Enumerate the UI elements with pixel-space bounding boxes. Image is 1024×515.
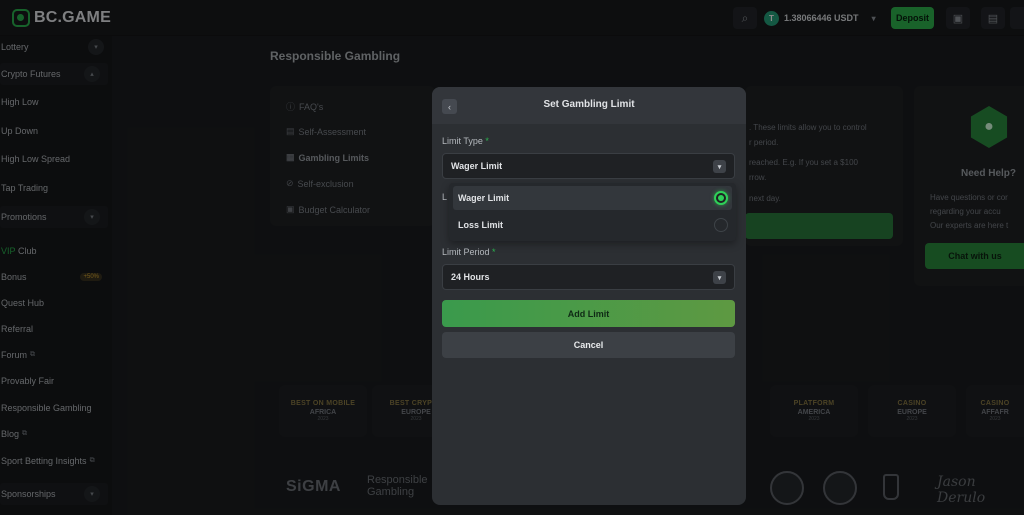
radio-unselected-icon[interactable] bbox=[714, 218, 728, 232]
chevron-down-icon[interactable]: ▾ bbox=[713, 160, 726, 173]
label-text: Limit Period bbox=[442, 247, 490, 257]
radio-selected-icon[interactable] bbox=[714, 191, 728, 205]
limit-type-label: Limit Type * bbox=[442, 136, 489, 146]
limit-period-select[interactable]: 24 Hours ▾ bbox=[442, 264, 735, 290]
option-wager-limit[interactable]: Wager Limit bbox=[453, 186, 732, 210]
modal-header: ‹ Set Gambling Limit bbox=[432, 87, 746, 124]
partially-hidden-label: L bbox=[442, 192, 448, 202]
label-text: Limit Type bbox=[442, 136, 483, 146]
required-mark: * bbox=[492, 247, 496, 257]
option-label: Loss Limit bbox=[458, 220, 504, 230]
set-gambling-limit-modal: ‹ Set Gambling Limit Limit Type * Wager … bbox=[432, 87, 746, 505]
limit-type-select[interactable]: Wager Limit ▾ bbox=[442, 153, 735, 179]
selected-value: Wager Limit bbox=[451, 161, 503, 171]
limit-period-label: Limit Period * bbox=[442, 247, 496, 257]
cancel-button[interactable]: Cancel bbox=[442, 332, 735, 358]
option-loss-limit[interactable]: Loss Limit bbox=[453, 213, 732, 237]
modal-title: Set Gambling Limit bbox=[543, 99, 635, 110]
selected-value: 24 Hours bbox=[451, 272, 490, 282]
chevron-down-icon[interactable]: ▾ bbox=[713, 271, 726, 284]
add-limit-button[interactable]: Add Limit bbox=[442, 300, 735, 327]
required-mark: * bbox=[485, 136, 489, 146]
option-label: Wager Limit bbox=[458, 193, 510, 203]
limit-type-dropdown: Wager Limit Loss Limit bbox=[449, 183, 736, 241]
